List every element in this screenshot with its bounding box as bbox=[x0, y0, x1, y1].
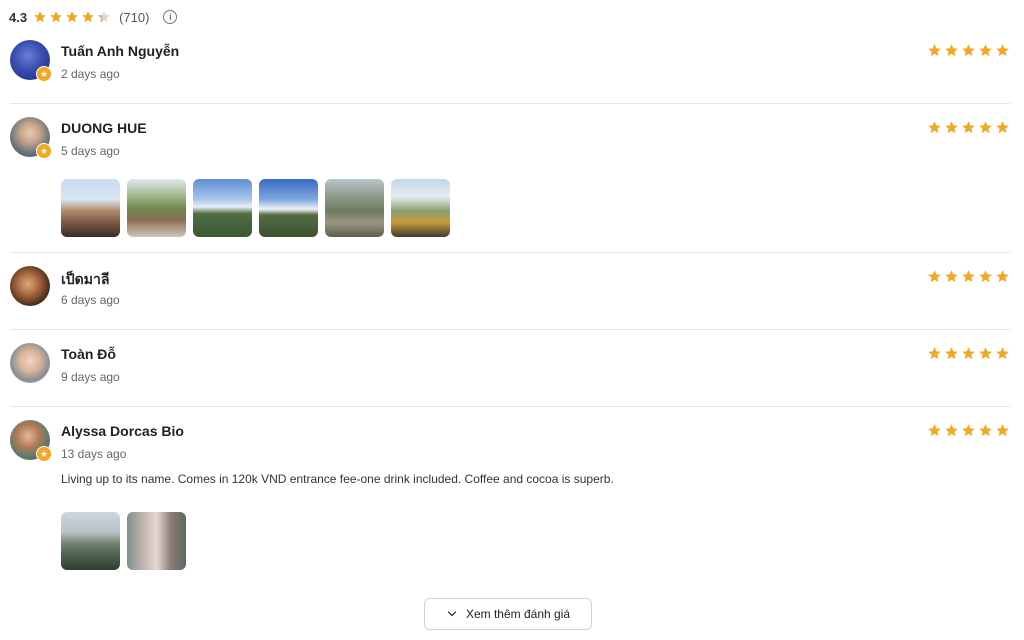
star-icon bbox=[50, 11, 62, 23]
star-icon bbox=[996, 424, 1009, 437]
review-item: Toàn Đỗ 9 days ago bbox=[10, 343, 1010, 407]
star-icon bbox=[979, 121, 992, 134]
summary-stars bbox=[33, 10, 111, 24]
star-icon bbox=[962, 121, 975, 134]
reviewer-name[interactable]: Tuấn Anh Nguyễn bbox=[61, 43, 179, 59]
rating-summary: 4.3 (710) i bbox=[9, 8, 178, 26]
info-icon[interactable]: i bbox=[163, 10, 178, 24]
star-icon bbox=[928, 44, 941, 57]
review-item: ★ Alyssa Dorcas Bio 13 days ago Living u… bbox=[10, 420, 1010, 575]
avatar[interactable] bbox=[10, 343, 50, 383]
star-icon bbox=[945, 44, 958, 57]
star-icon bbox=[945, 347, 958, 360]
review-time: 13 days ago bbox=[61, 447, 127, 461]
star-icon bbox=[82, 11, 94, 23]
review-photo[interactable] bbox=[193, 179, 252, 237]
see-more-label: Xem thêm đánh giá bbox=[465, 607, 571, 621]
see-more-reviews-button[interactable]: Xem thêm đánh giá bbox=[424, 598, 592, 630]
star-icon bbox=[945, 121, 958, 134]
star-icon bbox=[928, 347, 941, 360]
review-photo[interactable] bbox=[127, 179, 186, 237]
local-guide-badge-icon: ★ bbox=[36, 446, 52, 462]
reviewer-name[interactable]: Toàn Đỗ bbox=[61, 346, 116, 362]
star-icon bbox=[928, 424, 941, 437]
avatar[interactable] bbox=[10, 266, 50, 306]
star-half-icon bbox=[98, 11, 110, 23]
avatar[interactable]: ★ bbox=[10, 117, 52, 159]
review-photos bbox=[61, 179, 450, 237]
reviewer-name[interactable]: Alyssa Dorcas Bio bbox=[61, 423, 184, 439]
chevron-down-icon bbox=[447, 611, 457, 617]
star-icon bbox=[979, 44, 992, 57]
review-photos bbox=[61, 512, 186, 570]
review-time: 9 days ago bbox=[61, 370, 120, 384]
star-icon bbox=[928, 121, 941, 134]
review-stars bbox=[927, 346, 1010, 361]
star-icon bbox=[34, 11, 46, 23]
star-icon bbox=[962, 424, 975, 437]
star-icon bbox=[979, 347, 992, 360]
star-icon bbox=[996, 44, 1009, 57]
review-photo[interactable] bbox=[61, 512, 120, 570]
avatar[interactable]: ★ bbox=[10, 420, 52, 462]
review-photo[interactable] bbox=[325, 179, 384, 237]
review-time: 6 days ago bbox=[61, 293, 120, 307]
star-icon bbox=[996, 121, 1009, 134]
star-icon bbox=[979, 270, 992, 283]
star-icon bbox=[945, 270, 958, 283]
star-icon bbox=[996, 347, 1009, 360]
star-icon bbox=[66, 11, 78, 23]
star-icon bbox=[962, 270, 975, 283]
review-item: ★ DUONG HUE 5 days ago bbox=[10, 117, 1010, 253]
review-count: (710) bbox=[119, 9, 150, 25]
review-stars bbox=[927, 43, 1010, 58]
star-icon bbox=[962, 347, 975, 360]
star-icon bbox=[945, 424, 958, 437]
review-item: ★ Tuấn Anh Nguyễn 2 days ago bbox=[10, 40, 1010, 104]
star-icon bbox=[928, 270, 941, 283]
review-photo[interactable] bbox=[259, 179, 318, 237]
review-stars bbox=[927, 269, 1010, 284]
avatar[interactable]: ★ bbox=[10, 40, 52, 82]
review-photo[interactable] bbox=[127, 512, 186, 570]
review-time: 5 days ago bbox=[61, 144, 120, 158]
review-stars bbox=[927, 423, 1010, 438]
review-photo[interactable] bbox=[61, 179, 120, 237]
review-stars bbox=[927, 120, 1010, 135]
review-text: Living up to its name. Comes in 120k VND… bbox=[61, 472, 614, 486]
local-guide-badge-icon: ★ bbox=[36, 143, 52, 159]
star-icon bbox=[996, 270, 1009, 283]
average-score: 4.3 bbox=[9, 9, 28, 25]
review-time: 2 days ago bbox=[61, 67, 120, 81]
local-guide-badge-icon: ★ bbox=[36, 66, 52, 82]
review-item: เป็ดมาลี 6 days ago bbox=[10, 266, 1010, 330]
star-icon bbox=[962, 44, 975, 57]
reviewer-name[interactable]: เป็ดมาลี bbox=[61, 269, 109, 291]
star-icon bbox=[979, 424, 992, 437]
review-photo[interactable] bbox=[391, 179, 450, 237]
reviewer-name[interactable]: DUONG HUE bbox=[61, 120, 147, 136]
